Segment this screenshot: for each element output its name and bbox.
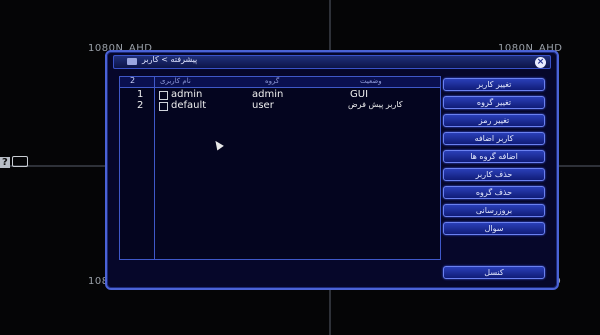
dialog-titlebar: پیشرفته > کاربر × — [113, 55, 551, 69]
question-icon: ? — [0, 156, 10, 168]
header-status: وضعیت — [360, 77, 382, 85]
row-index: 1 — [137, 89, 144, 100]
camera-icon — [11, 156, 28, 167]
delete-user-button[interactable]: حذف کاربر — [443, 168, 545, 181]
user-manager-dialog: پیشرفته > کاربر × 2 نام کاربری گروه وضعی… — [105, 50, 559, 290]
add-user-button[interactable]: کاربر اضافه — [443, 132, 545, 145]
delete-group-button[interactable]: حذف گروه — [443, 186, 545, 199]
user-count: 2 — [130, 76, 136, 85]
row-status: کاربر پیش فرض — [348, 100, 403, 109]
modify-user-button[interactable]: تغییر کاربر — [443, 78, 545, 91]
row-username: admin — [171, 89, 203, 100]
add-group-button[interactable]: اضافه گروه ها — [443, 150, 545, 163]
header-username: نام کاربری — [160, 77, 191, 85]
update-button[interactable]: بروزرسانی — [443, 204, 545, 217]
row-username: default — [171, 100, 207, 111]
close-button[interactable]: × — [535, 57, 546, 68]
folder-icon — [127, 58, 137, 65]
modify-group-button[interactable]: تغییر گروه — [443, 96, 545, 109]
header-group: گروه — [265, 77, 280, 85]
channel-status-icons: ? — [0, 156, 28, 168]
row-index: 2 — [137, 100, 144, 111]
row-checkbox[interactable] — [159, 102, 168, 111]
table-row[interactable]: 2 default user کاربر پیش فرض — [120, 100, 440, 112]
dialog-title: پیشرفته > کاربر — [142, 55, 198, 64]
help-button[interactable]: سوال — [443, 222, 545, 235]
cancel-button[interactable]: کنسل — [443, 266, 545, 279]
row-group: user — [252, 100, 274, 111]
modify-password-button[interactable]: تغییر رمز — [443, 114, 545, 127]
row-checkbox[interactable] — [159, 91, 168, 100]
row-status: GUI — [350, 89, 369, 100]
user-list[interactable]: 2 نام کاربری گروه وضعیت 1 admin admin GU… — [119, 76, 441, 260]
row-group: admin — [252, 89, 284, 100]
list-header: 2 نام کاربری گروه وضعیت — [120, 76, 440, 88]
